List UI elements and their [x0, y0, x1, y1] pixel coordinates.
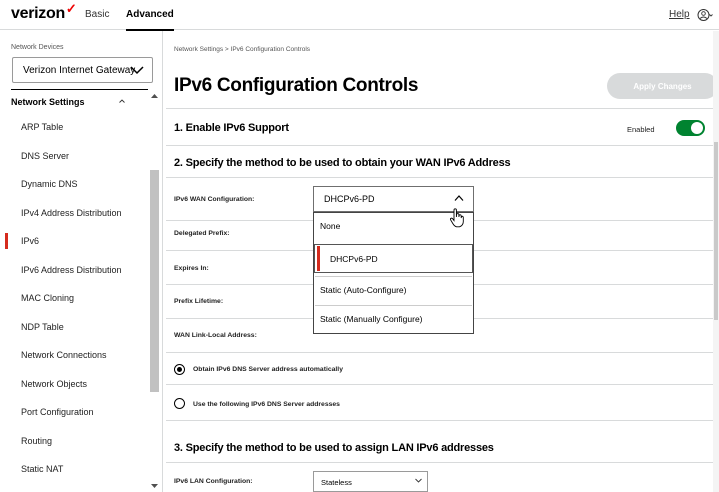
- chevron-up-icon: [454, 195, 464, 201]
- sidebar-item-port-configuration[interactable]: Port Configuration: [0, 398, 148, 427]
- divider: [166, 108, 713, 109]
- sidebar-scroll-thumb[interactable]: [150, 170, 159, 392]
- dropdown-option-static-auto[interactable]: Static (Auto-Configure): [314, 285, 473, 301]
- divider: [166, 420, 713, 421]
- main-scroll-thumb[interactable]: [714, 142, 718, 320]
- expires-in-label: Expires In:: [174, 265, 209, 272]
- ipv6-enable-toggle[interactable]: [676, 120, 705, 136]
- breadcrumb[interactable]: Network Settings > IPv6 Configuration Co…: [174, 46, 310, 53]
- device-select[interactable]: Verizon Internet Gateway: [12, 57, 153, 83]
- chevron-down-icon: [415, 478, 422, 483]
- network-devices-label: Network Devices: [11, 44, 64, 51]
- sidebar-item-dynamic-dns[interactable]: Dynamic DNS: [0, 170, 148, 199]
- divider: [166, 384, 713, 385]
- lan-config-select[interactable]: Stateless: [313, 471, 428, 492]
- device-select-value: Verizon Internet Gateway: [23, 65, 136, 76]
- section-1-title: 1. Enable IPv6 Support: [174, 122, 289, 134]
- page-title: IPv6 Configuration Controls: [174, 75, 419, 96]
- wan-config-value: DHCPv6-PD: [324, 194, 375, 204]
- sidebar-item-network-objects[interactable]: Network Objects: [0, 370, 148, 399]
- chevron-down-icon: [130, 66, 144, 75]
- divider: [166, 145, 713, 146]
- sidebar-divider: [11, 89, 148, 90]
- logo-check-mark: ✓: [65, 1, 77, 16]
- sidebar-item-static-nat[interactable]: Static NAT: [0, 455, 148, 484]
- ipv6-enabled-label: Enabled: [627, 125, 655, 134]
- divider: [166, 177, 713, 178]
- sidebar: Network Devices Verizon Internet Gateway…: [0, 31, 163, 492]
- sidebar-item-dns-server[interactable]: DNS Server: [0, 142, 148, 171]
- dropdown-option-static-manual[interactable]: Static (Manually Configure): [314, 314, 473, 330]
- toggle-knob: [691, 122, 703, 134]
- dns-auto-radio[interactable]: [174, 364, 185, 375]
- hand-pointer-cursor-icon: [449, 208, 464, 228]
- lan-config-label: IPv6 LAN Configuration:: [174, 478, 253, 485]
- sidebar-menu: ARP Table DNS Server Dynamic DNS IPv4 Ad…: [0, 113, 148, 484]
- sidebar-item-network-connections[interactable]: Network Connections: [0, 341, 148, 370]
- nav-basic[interactable]: Basic: [85, 9, 109, 20]
- dropdown-option-dhcpv6-pd[interactable]: DHCPv6-PD: [314, 244, 473, 273]
- dns-manual-radio[interactable]: [174, 398, 185, 409]
- sidebar-item-ipv6-address-distribution[interactable]: IPv6 Address Distribution: [0, 256, 148, 285]
- divider: [166, 352, 713, 353]
- nav-advanced[interactable]: Advanced: [126, 9, 174, 31]
- user-circle-icon[interactable]: [697, 7, 713, 23]
- sidebar-item-arp-table[interactable]: ARP Table: [0, 113, 148, 142]
- scroll-up-arrow-icon[interactable]: [151, 93, 158, 99]
- chevron-up-icon[interactable]: [118, 97, 126, 105]
- wan-link-local-label: WAN Link-Local Address:: [174, 332, 257, 339]
- lan-config-value: Stateless: [321, 478, 352, 487]
- network-settings-section[interactable]: Network Settings: [11, 97, 85, 107]
- top-bar: verizon✓ Basic Advanced Help: [0, 0, 719, 31]
- apply-changes-button[interactable]: Apply Changes: [607, 73, 718, 99]
- wan-config-label: IPv6 WAN Configuration:: [174, 196, 255, 203]
- help-link[interactable]: Help: [669, 9, 690, 20]
- section-3-title: 3. Specify the method to be used to assi…: [174, 442, 494, 454]
- section-2-title: 2. Specify the method to be used to obta…: [174, 157, 511, 169]
- scroll-down-arrow-icon[interactable]: [151, 483, 158, 489]
- dropdown-separator: [315, 276, 472, 277]
- dropdown-separator: [315, 305, 472, 306]
- delegated-prefix-label: Delegated Prefix:: [174, 230, 230, 237]
- verizon-logo[interactable]: verizon✓: [11, 1, 77, 23]
- sidebar-item-ndp-table[interactable]: NDP Table: [0, 313, 148, 342]
- divider: [166, 462, 713, 463]
- sidebar-item-ipv6[interactable]: IPv6: [0, 227, 148, 256]
- sidebar-item-routing[interactable]: Routing: [0, 427, 148, 456]
- logo-text: verizon: [11, 5, 65, 22]
- dns-manual-label[interactable]: Use the following IPv6 DNS Server addres…: [193, 401, 340, 408]
- sidebar-item-mac-cloning[interactable]: MAC Cloning: [0, 284, 148, 313]
- sidebar-item-ipv4-address-distribution[interactable]: IPv4 Address Distribution: [0, 199, 148, 228]
- dns-auto-label[interactable]: Obtain IPv6 DNS Server address automatic…: [193, 366, 343, 373]
- prefix-lifetime-label: Prefix Lifetime:: [174, 298, 224, 305]
- wan-config-dropdown: None DHCPv6-PD Static (Auto-Configure) S…: [313, 212, 474, 334]
